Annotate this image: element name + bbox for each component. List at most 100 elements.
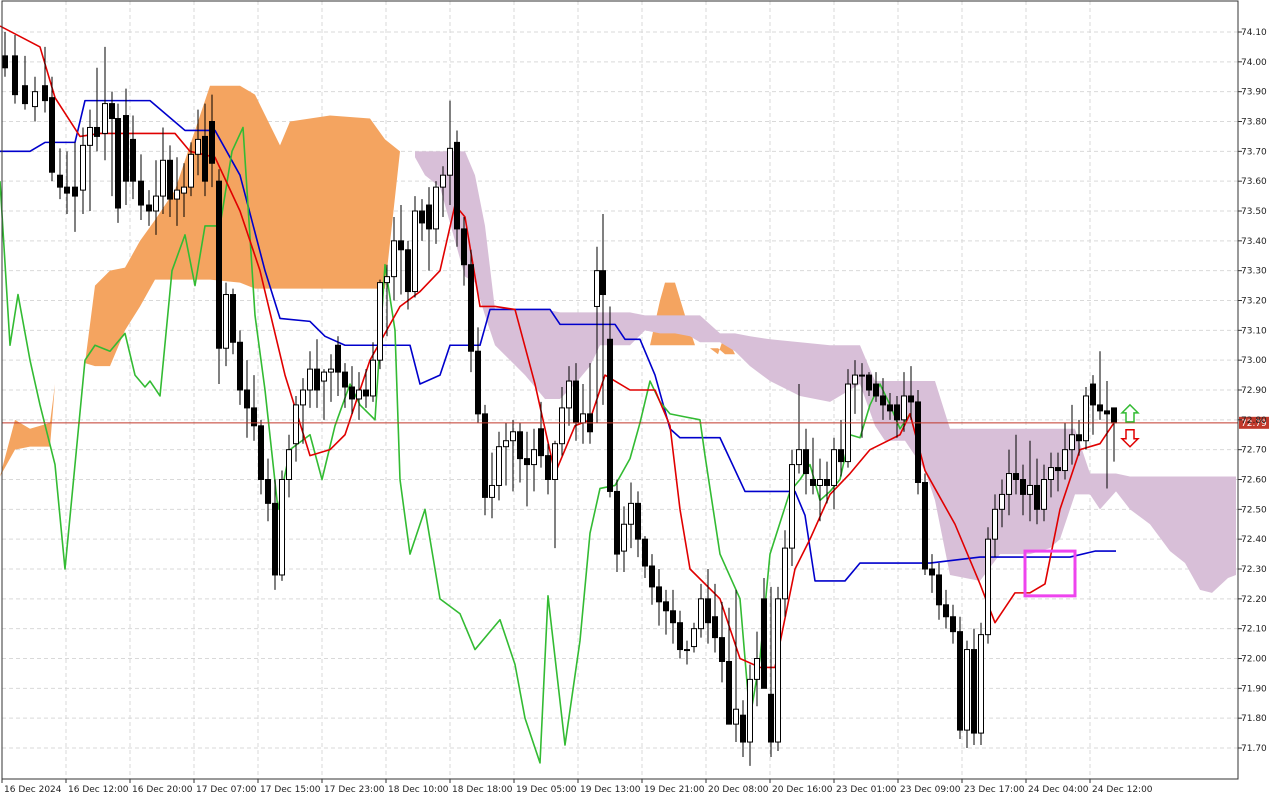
- y-tick-label: 73.80: [1241, 118, 1267, 128]
- candle-body-bull: [852, 374, 858, 385]
- candle: [845, 369, 851, 468]
- candle-body-bull: [160, 159, 166, 197]
- candle-body-bull: [1006, 473, 1012, 495]
- y-tick-label: 72.00: [1241, 655, 1267, 665]
- y-tick-label: 72.30: [1241, 565, 1267, 575]
- candle-body-bear: [642, 538, 648, 567]
- x-tick-label: 17 Dec 23:00: [324, 785, 385, 795]
- candle-body-bear: [838, 449, 844, 463]
- candle-body-bull: [1027, 484, 1033, 495]
- candle-body-bear: [72, 186, 78, 197]
- x-tick-label: 19 Dec 05:00: [516, 785, 577, 795]
- candle-body-bear: [538, 428, 544, 457]
- y-tick-label: 74.00: [1241, 58, 1267, 68]
- candle-body-bull: [831, 449, 837, 486]
- candle: [789, 449, 795, 567]
- candle-body-bear: [461, 228, 467, 266]
- candle-body-bear: [873, 383, 879, 397]
- y-tick-label: 73.30: [1241, 267, 1267, 277]
- candle-body-bear: [1104, 410, 1110, 415]
- candle-body-bear: [123, 115, 129, 182]
- y-tick-label: 72.70: [1241, 446, 1267, 456]
- candle-body-bull: [279, 479, 285, 576]
- candle-body-bear: [614, 490, 620, 555]
- x-tick-label: 23 Dec 09:00: [900, 785, 961, 795]
- candle: [412, 196, 418, 298]
- candle-body-bear: [915, 401, 921, 483]
- y-tick-label: 72.60: [1241, 476, 1267, 486]
- candle-body-bear: [600, 270, 606, 296]
- candle-body-bull: [992, 508, 998, 540]
- candle-body-bull: [447, 147, 453, 176]
- candle-body-bear: [230, 294, 236, 343]
- candle-body-bull: [580, 413, 586, 424]
- candle: [454, 130, 460, 247]
- candle-body-bull: [621, 523, 627, 552]
- candle-body-bull: [300, 389, 306, 406]
- candle-body-bear: [607, 338, 613, 492]
- x-tick-label: 19 Dec 13:00: [580, 785, 641, 795]
- candle-body-bear: [726, 660, 732, 725]
- candle-body-bull: [440, 174, 446, 188]
- candle-body-bear: [656, 586, 662, 603]
- candle-body-bull: [985, 538, 991, 636]
- candle-body-bear: [244, 389, 250, 409]
- candle-body-bear: [314, 368, 320, 391]
- candle-body-bull: [503, 440, 509, 448]
- x-tick-label: 18 Dec 10:00: [388, 785, 449, 795]
- candle-body-bear: [887, 404, 893, 412]
- candle-body-bear: [768, 693, 774, 743]
- candle: [915, 390, 921, 495]
- candle-body-bear: [22, 85, 28, 105]
- candle-body-bull: [32, 91, 38, 108]
- candle-body-bear: [202, 135, 208, 182]
- candle: [957, 616, 963, 740]
- candle-body-bear: [342, 371, 348, 388]
- candle-body-bear: [663, 601, 669, 612]
- y-tick-label: 73.60: [1241, 177, 1267, 187]
- y-tick-label: 73.00: [1241, 356, 1267, 366]
- candle-body-bear: [272, 502, 278, 576]
- candle-body-bear: [109, 103, 115, 120]
- candle-body-bear: [167, 159, 173, 200]
- candle: [775, 586, 781, 751]
- candle: [985, 527, 991, 644]
- candle-body-bear: [824, 479, 830, 486]
- candle-body-bear: [957, 631, 963, 731]
- candle-body-bear: [115, 118, 121, 209]
- y-tick-label: 72.90: [1241, 386, 1267, 396]
- x-tick-label: 16 Dec 2024: [4, 785, 62, 795]
- candle-body-bull: [594, 270, 600, 307]
- candle-body-bear: [1013, 473, 1019, 480]
- candle-body-bull: [377, 282, 383, 361]
- candle-body-bull: [188, 153, 194, 188]
- candle-body-bear: [209, 121, 215, 164]
- candle-body-bear: [349, 386, 355, 400]
- y-tick-label: 72.40: [1241, 535, 1267, 545]
- y-tick-label: 73.20: [1241, 297, 1267, 307]
- candle-body-bull: [293, 404, 299, 445]
- candle-body-bear: [943, 604, 949, 618]
- candle-body-bear: [866, 374, 872, 391]
- candle-body-bull: [223, 294, 229, 349]
- candle-body-bear: [894, 404, 900, 421]
- y-tick-label: 71.80: [1241, 714, 1267, 724]
- candle-body-bear: [1020, 479, 1026, 495]
- candle-body-bear: [810, 479, 816, 486]
- y-tick-label: 73.50: [1241, 207, 1267, 217]
- candle-body-bull: [433, 186, 439, 230]
- candle: [279, 470, 285, 581]
- candle-body-bull: [628, 502, 634, 525]
- candle-body-bull: [698, 598, 704, 630]
- candle-body-bull: [328, 368, 334, 373]
- candle-body-bear: [929, 568, 935, 576]
- candle-body-bear: [517, 431, 523, 460]
- candle: [978, 622, 984, 746]
- candle-body-bull: [1069, 434, 1075, 451]
- candle-body-bear: [57, 174, 63, 188]
- candle-body-bull: [796, 449, 802, 466]
- candle-body-bear: [482, 413, 488, 498]
- candle-body-bear: [42, 85, 48, 102]
- candle-body-bull: [153, 195, 159, 212]
- candle-body-bear: [908, 395, 914, 403]
